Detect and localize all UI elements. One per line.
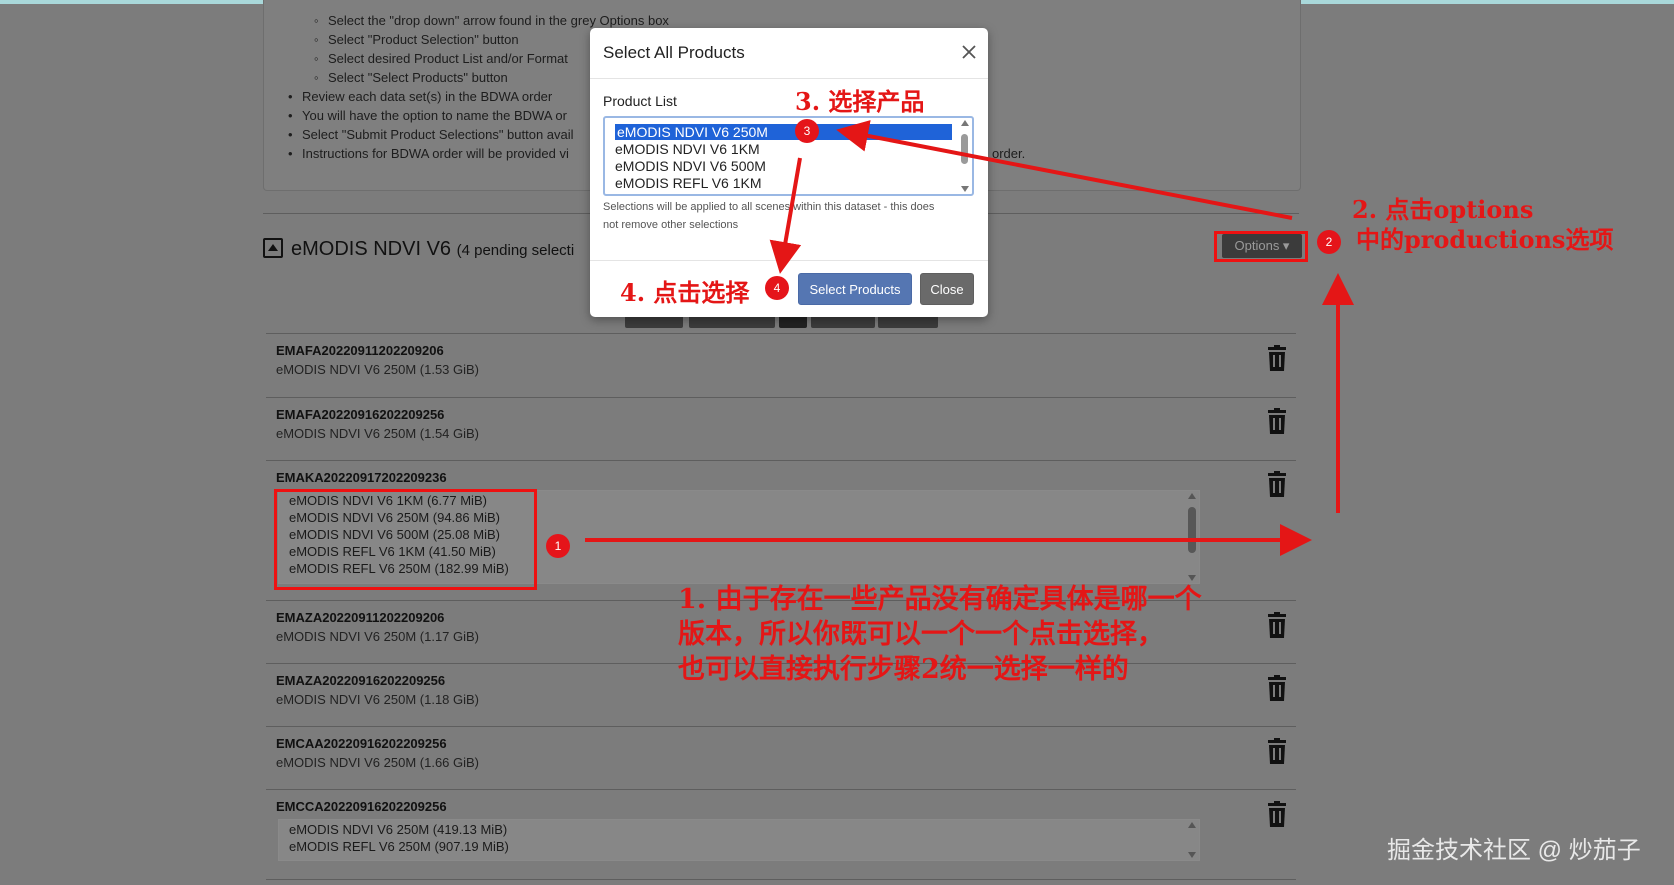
product-option[interactable]: eMODIS NDVI V6 500M xyxy=(615,158,766,174)
modal-title: Select All Products xyxy=(603,43,745,62)
scroll-thumb[interactable] xyxy=(1188,507,1196,553)
row-id: EMAFA20220916202209256 xyxy=(276,407,445,422)
row-product: eMODIS NDVI V6 250M (1.54 GiB) xyxy=(276,426,480,441)
row-id: EMCAA20220916202209256 xyxy=(276,736,447,751)
modal-list-scrollbar[interactable] xyxy=(960,120,970,192)
trash-icon[interactable] xyxy=(1266,675,1288,701)
row-id: EMCCA20220916202209256 xyxy=(276,799,447,814)
scroll-thumb[interactable] xyxy=(961,134,968,164)
scroll-up-icon[interactable] xyxy=(1188,493,1196,499)
instruction-bullet: You will have the option to name the BDW… xyxy=(288,108,567,123)
step-marker-3: 3 xyxy=(795,119,819,143)
product-listbox[interactable]: eMODIS NDVI V6 250M (419.13 MiB) eMODIS … xyxy=(278,819,1200,861)
row-id: EMAZA20220911202209206 xyxy=(276,610,445,625)
step1-annotation-line2: 版本，所以你既可以一个一个点击选择， xyxy=(678,619,1164,650)
step3-annotation: 3. 选择产品 xyxy=(795,87,925,116)
help-line-1: Selections will be applied to all scenes… xyxy=(603,201,935,213)
trash-icon[interactable] xyxy=(1266,471,1288,497)
list-option[interactable]: eMODIS NDVI V6 250M (419.13 MiB) xyxy=(289,822,507,837)
modal-help-text: Selections will be applied to all scenes… xyxy=(603,198,978,234)
help-line-2: not remove other selections xyxy=(603,219,739,231)
step2-annotation-line2: 中的productions选项 xyxy=(1356,225,1614,254)
close-icon[interactable] xyxy=(959,42,979,62)
collapse-toggle-icon[interactable] xyxy=(263,238,283,258)
step1-annotation-line3: 也可以直接执行步骤2统一选择一样的 xyxy=(678,654,1129,685)
trash-icon[interactable] xyxy=(1266,612,1288,638)
list-option[interactable]: eMODIS REFL V6 250M (907.19 MiB) xyxy=(289,839,509,854)
step-marker-2: 2 xyxy=(1317,230,1341,254)
step-marker-4: 4 xyxy=(765,276,789,300)
modal-divider xyxy=(590,260,988,261)
table-row: EMAFA20220916202209256 eMODIS NDVI V6 25… xyxy=(266,397,1296,460)
scroll-down-icon[interactable] xyxy=(961,186,969,192)
section-title-text: eMODIS NDVI V6 xyxy=(291,238,452,260)
instruction-sub-item: Select desired Product List and/or Forma… xyxy=(314,51,568,66)
row-id: EMAKA20220917202209236 xyxy=(276,470,447,485)
row-id: EMAFA20220911202209206 xyxy=(276,343,444,358)
trash-icon[interactable] xyxy=(1266,408,1288,434)
row-id: EMAZA20220916202209256 xyxy=(276,673,446,688)
trash-icon[interactable] xyxy=(1266,738,1288,764)
scroll-up-icon[interactable] xyxy=(961,120,969,126)
table-row: EMCCA20220916202209256 eMODIS NDVI V6 25… xyxy=(266,789,1296,879)
section-title: eMODIS NDVI V6 (4 pending selecti xyxy=(291,238,574,261)
scroll-up-icon[interactable] xyxy=(1188,822,1196,828)
row-product: eMODIS NDVI V6 250M (1.66 GiB) xyxy=(276,755,480,770)
row-product: eMODIS NDVI V6 250M (1.17 GiB) xyxy=(276,629,480,644)
instruction-bullet: Select "Submit Product Selections" butto… xyxy=(288,127,574,142)
product-list-label: Product List xyxy=(603,93,677,109)
step4-annotation: 4. 点击选择 xyxy=(620,278,750,307)
trash-icon[interactable] xyxy=(1266,801,1288,827)
divider xyxy=(266,879,1296,880)
instruction-sub-item: Select the "drop down" arrow found in th… xyxy=(314,13,669,28)
highlight-box-options xyxy=(1214,231,1308,262)
table-row: EMCAA20220916202209256 eMODIS NDVI V6 25… xyxy=(266,726,1296,789)
select-products-button[interactable]: Select Products xyxy=(798,273,912,305)
highlight-box-listbox xyxy=(274,489,537,590)
step-marker-1: 1 xyxy=(546,534,570,558)
trash-icon[interactable] xyxy=(1266,345,1288,371)
scroll-down-icon[interactable] xyxy=(1188,852,1196,858)
product-option-selected[interactable]: eMODIS NDVI V6 250M xyxy=(615,124,952,140)
row-product: eMODIS NDVI V6 250M (1.53 GiB) xyxy=(276,362,480,377)
product-list-select[interactable]: eMODIS NDVI V6 250M eMODIS NDVI V6 1KM e… xyxy=(603,116,974,196)
watermark: 掘金技术社区 @ 炒茄子 xyxy=(1387,837,1641,864)
instruction-sub-item: Select "Select Products" button xyxy=(314,70,508,85)
product-option[interactable]: eMODIS NDVI V6 1KM xyxy=(615,141,760,157)
listbox-scrollbar[interactable] xyxy=(1187,822,1197,858)
close-button[interactable]: Close xyxy=(920,273,974,305)
product-option[interactable]: eMODIS REFL V6 1KM xyxy=(615,175,762,191)
instruction-bullet-tail: order. xyxy=(992,146,1026,161)
instruction-bullet: Review each data set(s) in the BDWA orde… xyxy=(288,89,552,104)
row-product: eMODIS NDVI V6 250M (1.18 GiB) xyxy=(276,692,480,707)
pending-count: (4 pending selecti xyxy=(456,242,575,259)
instruction-sub-item: Select "Product Selection" button xyxy=(314,32,519,47)
modal-divider xyxy=(590,78,988,79)
table-row: EMAFA20220911202209206 eMODIS NDVI V6 25… xyxy=(266,333,1296,397)
step1-annotation-line1: 1. 由于存在一些产品没有确定具体是哪一个 xyxy=(678,584,1202,615)
listbox-scrollbar[interactable] xyxy=(1187,493,1197,581)
instruction-bullet: Instructions for BDWA order will be prov… xyxy=(288,146,569,161)
